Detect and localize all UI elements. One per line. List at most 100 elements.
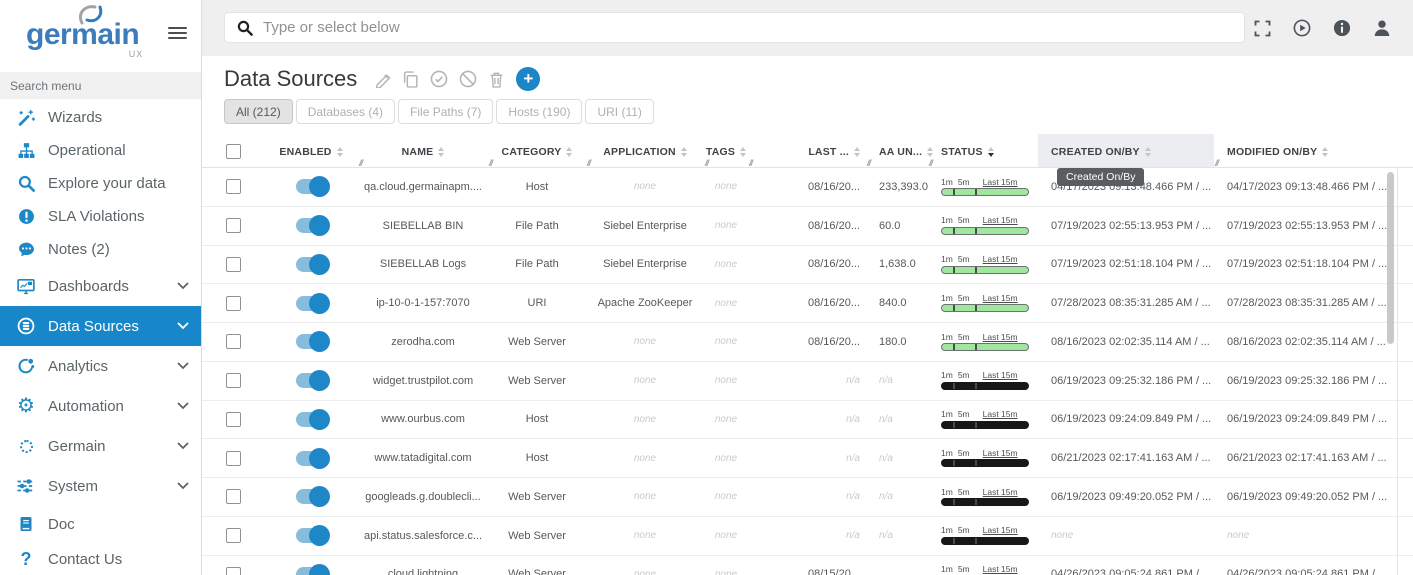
enabled-toggle[interactable] xyxy=(296,218,327,233)
tab-hosts[interactable]: Hosts (190) xyxy=(496,99,582,124)
status-sparkline[interactable]: 1m5mLast 15m xyxy=(941,371,1029,389)
tab-file-paths[interactable]: File Paths (7) xyxy=(398,99,493,124)
table-row[interactable]: zerodha.com Web Server none none 08/16/2… xyxy=(202,323,1413,362)
row-checkbox[interactable] xyxy=(226,218,241,233)
edit-button[interactable] xyxy=(374,71,391,88)
tab-databases[interactable]: Databases (4) xyxy=(296,99,395,124)
status-sparkline[interactable]: 1m5mLast 15m xyxy=(941,255,1029,273)
tab-uri[interactable]: URI (11) xyxy=(585,99,653,124)
disable-button[interactable] xyxy=(459,70,477,88)
row-checkbox[interactable] xyxy=(226,257,241,272)
enable-button[interactable] xyxy=(430,70,448,88)
enabled-toggle[interactable] xyxy=(296,296,327,311)
column-header-last[interactable]: LAST ...// xyxy=(748,134,866,167)
status-sparkline[interactable]: 1m5mLast 15m xyxy=(941,216,1029,234)
sidebar-item-germain[interactable]: Germain xyxy=(0,426,201,466)
sidebar-item-contact-us[interactable]: ? Contact Us xyxy=(0,542,201,575)
table-row[interactable]: SIEBELLAB Logs File Path Siebel Enterpri… xyxy=(202,246,1413,285)
table-row[interactable]: SIEBELLAB BIN File Path Siebel Enterpris… xyxy=(202,207,1413,246)
table-row[interactable]: widget.trustpilot.com Web Server none no… xyxy=(202,362,1413,401)
row-checkbox[interactable] xyxy=(226,489,241,504)
column-header-created[interactable]: CREATED ON/BY// xyxy=(1038,134,1214,167)
status-label-last15m: Last 15m xyxy=(983,488,1018,497)
sidebar-item-explore-your-data[interactable]: Explore your data xyxy=(0,167,201,200)
enabled-toggle[interactable] xyxy=(296,334,327,349)
enabled-toggle[interactable] xyxy=(296,373,327,388)
table-row[interactable]: www.tatadigital.com Host none none n/a n… xyxy=(202,439,1413,478)
enabled-toggle[interactable] xyxy=(296,489,327,504)
column-header-aa[interactable]: AA UN...// xyxy=(866,134,928,167)
status-sparkline[interactable]: 1m5mLast 15m xyxy=(941,488,1029,506)
copy-button[interactable] xyxy=(402,71,419,88)
sidebar-item-doc[interactable]: Doc xyxy=(0,506,201,542)
enabled-toggle[interactable] xyxy=(296,451,327,466)
info-button[interactable] xyxy=(1333,19,1351,37)
status-cell: 1m5mLast 15m xyxy=(928,401,1038,439)
row-checkbox[interactable] xyxy=(226,296,241,311)
column-header-tags[interactable]: TAGS// xyxy=(704,134,748,167)
status-sparkline[interactable]: 1m5mLast 15m xyxy=(941,333,1029,351)
table-row[interactable]: ...cloud.lightning... Web Server none no… xyxy=(202,556,1413,575)
table-row[interactable]: googleads.g.doublecli... Web Server none… xyxy=(202,478,1413,517)
chevron-down-icon xyxy=(177,322,189,330)
fullscreen-button[interactable] xyxy=(1254,20,1271,37)
status-sparkline[interactable]: 1m5mLast 15m xyxy=(941,449,1029,467)
enabled-toggle[interactable] xyxy=(296,179,327,194)
enabled-toggle[interactable] xyxy=(296,257,327,272)
column-header-application[interactable]: APPLICATION// xyxy=(586,134,704,167)
sidebar-item-dashboards[interactable]: Dashboards xyxy=(0,266,201,306)
enabled-toggle[interactable] xyxy=(296,412,327,427)
row-checkbox[interactable] xyxy=(226,334,241,349)
sidebar-search-input[interactable] xyxy=(0,72,201,99)
status-sparkline[interactable]: 1m5mLast 15m xyxy=(941,178,1029,196)
user-button[interactable] xyxy=(1373,19,1391,37)
enabled-toggle[interactable] xyxy=(296,567,327,575)
modified-cell: 07/28/2023 08:35:31.285 AM / ... xyxy=(1214,284,1413,322)
tab-all[interactable]: All (212) xyxy=(224,99,293,124)
row-checkbox[interactable] xyxy=(226,567,241,575)
play-button[interactable] xyxy=(1293,19,1311,37)
sidebar-item-automation[interactable]: ⚙ Automation xyxy=(0,386,201,426)
status-sparkline[interactable]: 1m5mLast 15m xyxy=(941,410,1029,428)
scrollbar-thumb[interactable] xyxy=(1387,172,1394,344)
sidebar-item-notes[interactable]: Notes (2) xyxy=(0,233,201,266)
status-sparkline[interactable]: 1m5mLast 15m xyxy=(941,565,1029,575)
germain-logo[interactable]: germain UX xyxy=(26,20,139,50)
select-all-checkbox[interactable] xyxy=(226,144,241,159)
sidebar-item-wizards[interactable]: Wizards xyxy=(0,101,201,134)
row-checkbox[interactable] xyxy=(226,412,241,427)
sidebar-item-sla-violations[interactable]: SLA Violations xyxy=(0,200,201,233)
sidebar-item-data-sources[interactable]: Data Sources xyxy=(0,306,201,346)
sidebar-item-operational[interactable]: Operational xyxy=(0,134,201,167)
column-header-modified[interactable]: MODIFIED ON/BY// xyxy=(1214,134,1413,167)
table-row[interactable]: api.status.salesforce.c... Web Server no… xyxy=(202,517,1413,556)
status-label-1m: 1m xyxy=(941,294,953,303)
row-checkbox[interactable] xyxy=(226,451,241,466)
status-sparkline[interactable]: 1m5mLast 15m xyxy=(941,294,1029,312)
global-search-input[interactable] xyxy=(263,19,1232,36)
table-row[interactable]: qa.cloud.germainapm.... Host none none 0… xyxy=(202,168,1413,207)
table-row[interactable]: www.ourbus.com Host none none n/a n/a 1m… xyxy=(202,401,1413,440)
table-row[interactable]: ip-10-0-1-157:7070 URI Apache ZooKeeper … xyxy=(202,284,1413,323)
hamburger-menu-icon[interactable] xyxy=(168,24,187,42)
last-cell: n/a xyxy=(748,362,866,400)
add-data-source-button[interactable]: + xyxy=(516,67,540,91)
sidebar-item-analytics[interactable]: Analytics xyxy=(0,346,201,386)
column-header-category[interactable]: CATEGORY// xyxy=(488,134,586,167)
row-checkbox[interactable] xyxy=(226,179,241,194)
aa-cell: 840.0 xyxy=(866,284,928,322)
row-checkbox[interactable] xyxy=(226,373,241,388)
sidebar-item-label: Automation xyxy=(48,398,177,415)
column-header-name[interactable]: NAME// xyxy=(358,134,488,167)
delete-button[interactable] xyxy=(488,71,505,88)
enabled-cell xyxy=(264,207,358,245)
row-checkbox[interactable] xyxy=(226,528,241,543)
last-cell: n/a xyxy=(748,517,866,555)
status-sparkline[interactable]: 1m5mLast 15m xyxy=(941,526,1029,544)
column-header-enabled[interactable]: ENABLED// xyxy=(264,134,358,167)
enabled-toggle[interactable] xyxy=(296,528,327,543)
status-bar xyxy=(941,382,1029,390)
sidebar-item-system[interactable]: System xyxy=(0,466,201,506)
global-search[interactable] xyxy=(224,12,1245,43)
column-header-status[interactable]: STATUS// xyxy=(928,134,1038,167)
